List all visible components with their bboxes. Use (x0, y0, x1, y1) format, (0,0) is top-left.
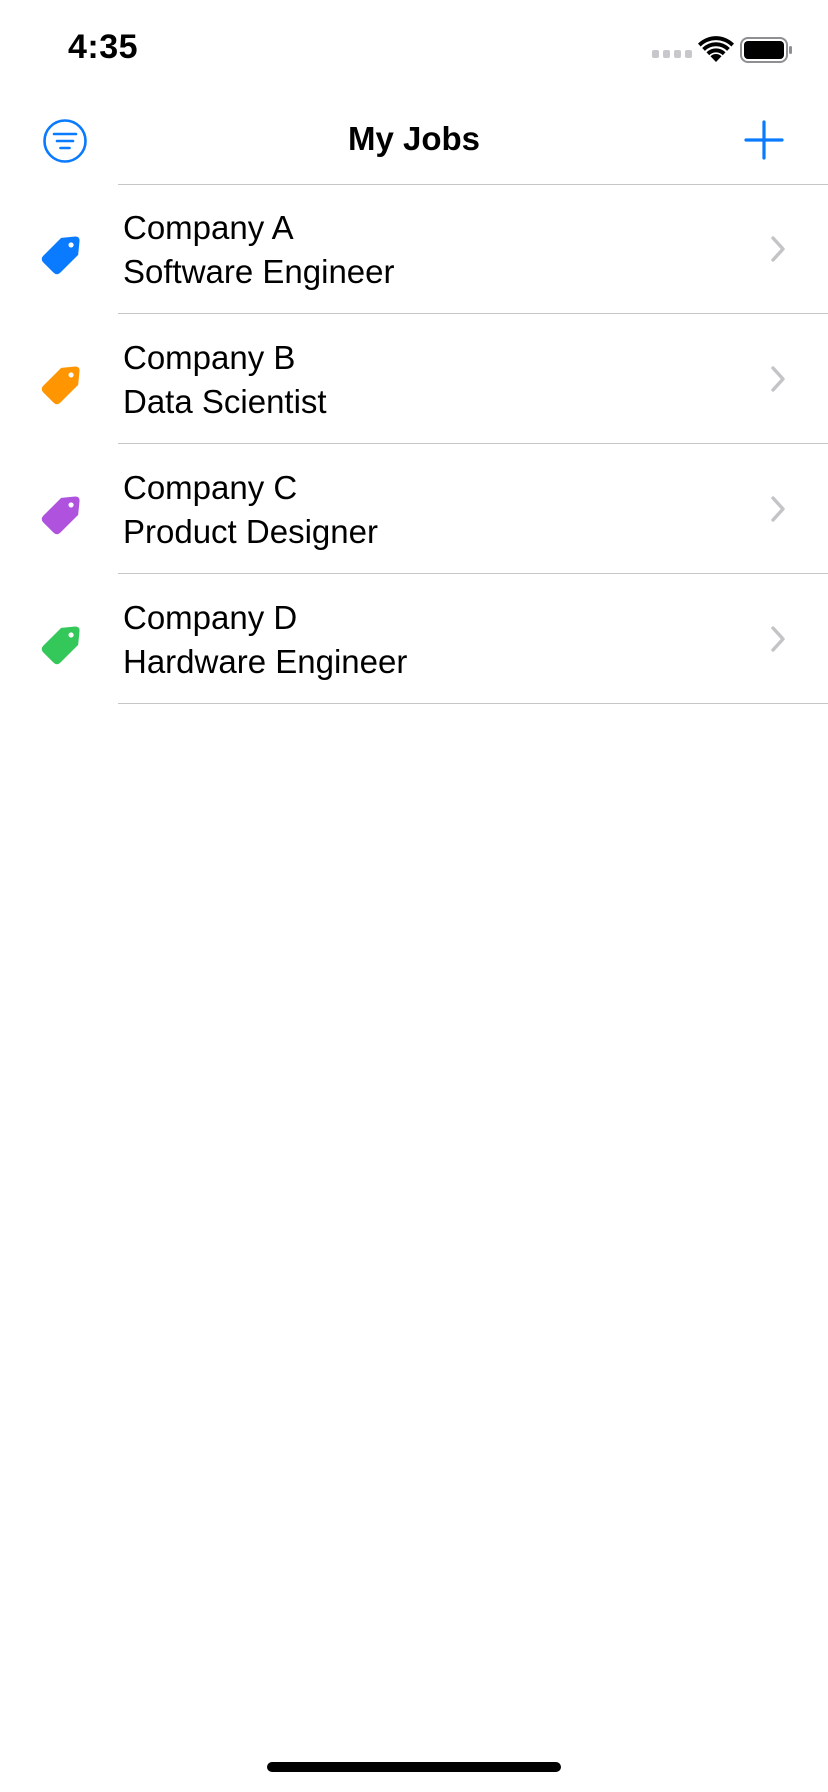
job-role: Hardware Engineer (123, 643, 408, 680)
job-text: Company D Hardware Engineer (123, 596, 407, 684)
navigation-bar: My Jobs (0, 100, 828, 184)
company-name: Company D (123, 599, 298, 636)
job-row[interactable]: Company C Product Designer (0, 444, 828, 574)
job-row[interactable]: Company B Data Scientist (0, 314, 828, 444)
chevron-right-icon (771, 366, 785, 392)
tag-icon (41, 366, 80, 405)
chevron-right-icon (771, 236, 785, 262)
company-name: Company C (123, 469, 298, 506)
job-row[interactable]: Company D Hardware Engineer (0, 574, 828, 704)
divider (118, 703, 828, 704)
job-role: Software Engineer (123, 253, 395, 290)
plus-icon[interactable] (744, 120, 784, 160)
page-title: My Jobs (347, 120, 481, 157)
chevron-right-icon (771, 626, 785, 652)
job-text: Company B Data Scientist (123, 336, 327, 424)
chevron-right-icon (771, 496, 785, 522)
job-text: Company C Product Designer (123, 466, 378, 554)
status-time: 4:35 (68, 28, 139, 66)
tag-icon (41, 236, 80, 275)
tag-icon (41, 626, 80, 665)
job-row[interactable]: Company A Software Engineer (0, 184, 828, 314)
company-name: Company A (123, 209, 294, 246)
wifi-icon (698, 36, 734, 62)
jobs-list: Company A Software Engineer Company B Da… (0, 184, 828, 704)
status-bar: 4:35 (0, 0, 828, 100)
job-role: Product Designer (123, 513, 378, 550)
cellular-signal-icon (652, 50, 692, 58)
job-role: Data Scientist (123, 383, 327, 420)
tag-icon (41, 496, 80, 535)
company-name: Company B (123, 339, 296, 376)
home-indicator (267, 1762, 561, 1772)
job-text: Company A Software Engineer (123, 206, 395, 294)
battery-icon (740, 37, 792, 63)
